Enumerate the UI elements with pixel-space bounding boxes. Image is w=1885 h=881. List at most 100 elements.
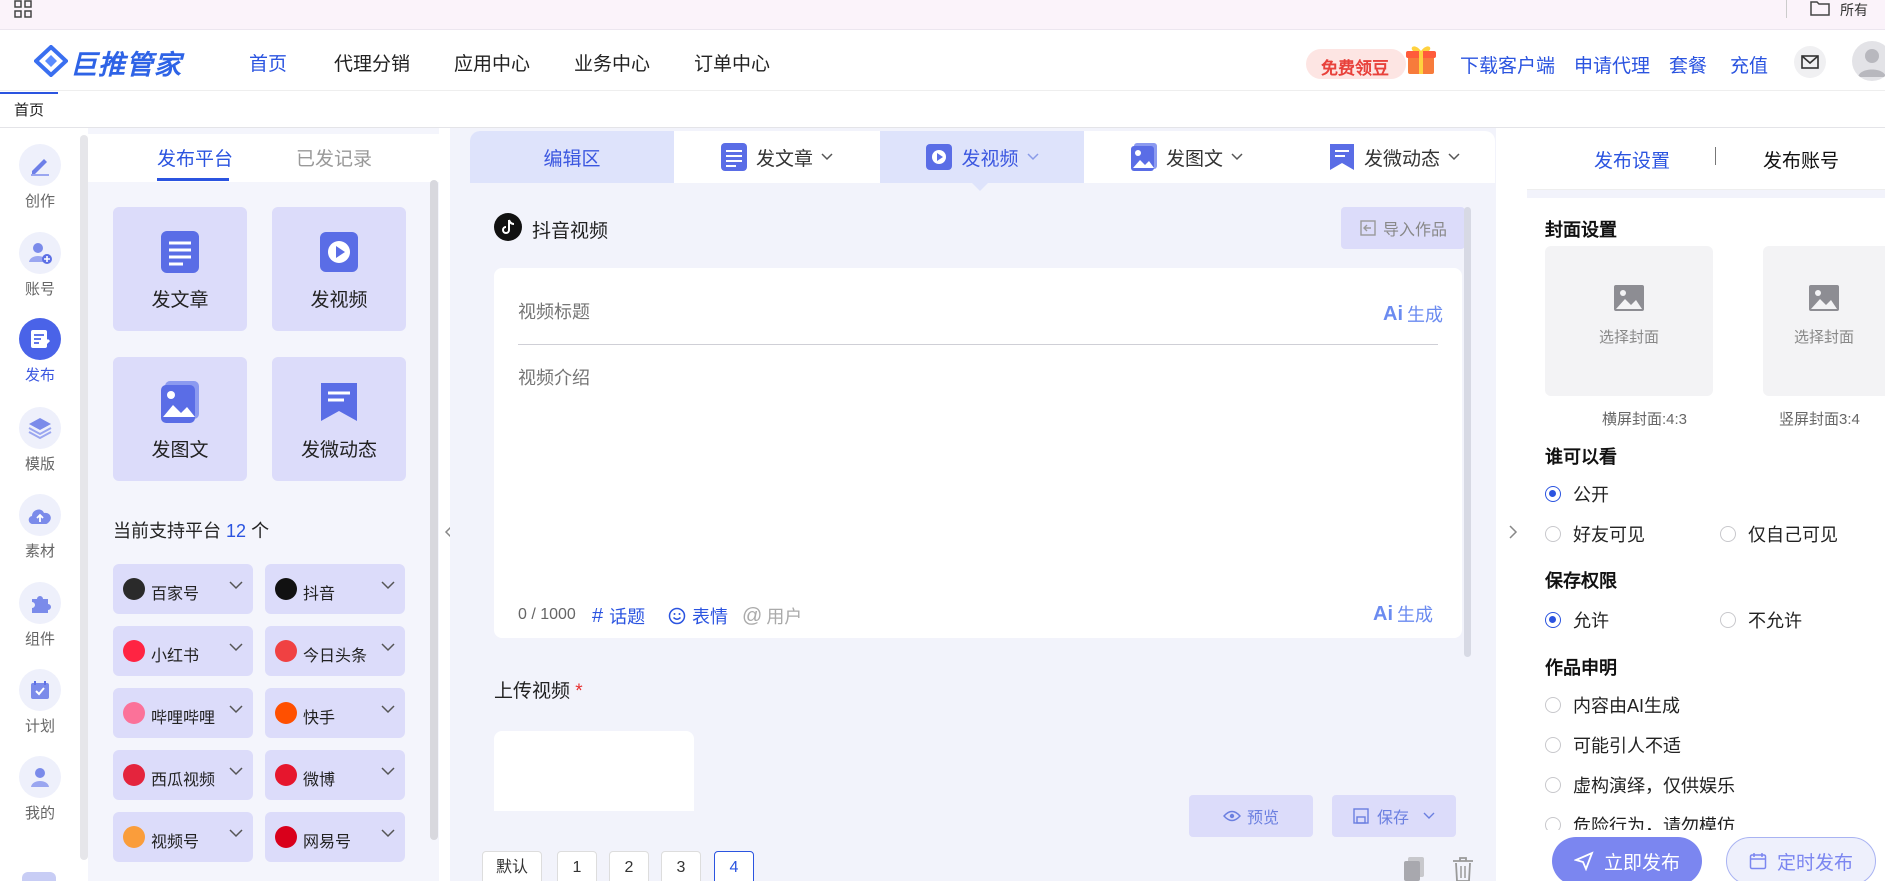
platform-item[interactable]: 今日头条 [265,626,405,676]
tab-video[interactable]: 发视频 [880,131,1084,183]
sidebar-item-create[interactable]: 创作 [0,144,80,211]
radio-discomfort[interactable]: 可能引人不适 [1545,732,1681,758]
logo-text[interactable]: 巨推管家 [70,43,182,82]
all-label[interactable]: 所有 [1840,0,1868,20]
platform-item[interactable]: 西瓜视频 [113,750,253,800]
platform-logo-icon [123,764,145,786]
upload-video-area[interactable] [494,731,694,811]
chevron-down-icon[interactable] [381,767,395,776]
panel-scrollbar[interactable] [430,180,438,840]
at-icon: @ [742,604,763,627]
card-publish-micro[interactable]: 发微动态 [272,357,406,481]
download-client-link[interactable]: 下载客户端 [1460,51,1555,78]
recharge-link[interactable]: 充值 [1730,51,1768,78]
tab-publish-platform[interactable]: 发布平台 [157,144,233,171]
page-default[interactable]: 默认 [482,851,542,881]
radio-friends[interactable]: 好友可见 [1545,521,1645,547]
collapse-right-icon[interactable] [1508,524,1518,540]
chevron-down-icon[interactable] [381,581,395,590]
tab-article[interactable]: 发文章 [720,131,833,183]
chevron-down-icon[interactable] [229,581,243,590]
chevron-down-icon[interactable] [229,829,243,838]
apply-agent-link[interactable]: 申请代理 [1574,51,1650,78]
editor-scrollbar[interactable] [1464,207,1471,657]
radio-fiction[interactable]: 虚构演绎，仅供娱乐 [1545,772,1735,798]
save-button[interactable]: 保存 [1332,795,1456,837]
card-publish-video[interactable]: 发视频 [272,207,406,331]
douyin-icon [494,213,522,241]
page-2[interactable]: 2 [609,851,649,881]
platform-item[interactable]: 微博 [265,750,405,800]
package-link[interactable]: 套餐 [1669,51,1707,78]
platform-item[interactable]: 网易号 [265,812,405,862]
ai-generate-desc-button[interactable]: Ai 生成 [1373,601,1433,627]
copy-icon[interactable] [1402,856,1426,881]
chevron-down-icon[interactable] [381,829,395,838]
sidebar-item-template[interactable]: 模版 [0,407,80,474]
tab-edit-area[interactable]: 编辑区 [470,131,674,183]
radio-allow[interactable]: 允许 [1545,607,1609,633]
radio-danger[interactable]: 危险行为，请勿模仿 [1545,812,1735,830]
nav-agent[interactable]: 代理分销 [334,49,410,76]
nav-orders[interactable]: 订单中心 [694,49,770,76]
header: 巨推管家 首页 代理分销 应用中心 业务中心 订单中心 免费领豆 下载客户端 申… [0,31,1885,91]
sidebar-scrollbar[interactable] [80,135,88,860]
sidebar-item-plan[interactable]: 计划 [0,669,80,736]
page-3[interactable]: 3 [661,851,701,881]
preview-button[interactable]: 预览 [1189,795,1313,837]
platform-item[interactable]: 抖音 [265,564,405,614]
tab-micro-post[interactable]: 发微动态 [1328,131,1460,183]
mail-button[interactable] [1794,46,1826,78]
chevron-down-icon[interactable] [229,767,243,776]
nav-home[interactable]: 首页 [249,49,287,76]
app-grid-icon[interactable] [14,0,34,18]
tab-image-text[interactable]: 发图文 [1130,131,1243,183]
radio-private[interactable]: 仅自己可见 [1720,521,1838,547]
nav-business[interactable]: 业务中心 [574,49,650,76]
platform-item[interactable]: 百家号 [113,564,253,614]
platform-item[interactable]: 哔哩哔哩 [113,688,253,738]
page-1[interactable]: 1 [557,851,597,881]
radio-ai-generated[interactable]: 内容由AI生成 [1545,692,1680,718]
import-button[interactable]: 导入作品 [1341,207,1465,249]
platform-item[interactable]: 快手 [265,688,405,738]
chevron-down-icon[interactable] [229,643,243,652]
sidebar-item-material[interactable]: 素材 [0,494,80,561]
chevron-down-icon[interactable] [229,705,243,714]
tab-publish-account[interactable]: 发布账号 [1763,146,1839,173]
topic-button[interactable]: # 话题 [592,603,645,629]
sidebar-item-component[interactable]: 组件 [0,582,80,649]
video-desc-input[interactable] [518,364,1438,554]
radio-public[interactable]: 公开 [1545,481,1609,507]
card-publish-image[interactable]: 发图文 [113,357,247,481]
radio-disallow[interactable]: 不允许 [1720,607,1802,633]
card-publish-article[interactable]: 发文章 [113,207,247,331]
page-4[interactable]: 4 [714,851,754,881]
gift-icon[interactable] [1403,41,1439,77]
publish-timed-button[interactable]: 定时发布 [1726,837,1876,881]
cover-vertical[interactable]: 选择封面 [1763,246,1885,396]
article-icon [161,231,199,273]
platform-item[interactable]: 小红书 [113,626,253,676]
chevron-down-icon[interactable] [1423,812,1435,820]
folder-icon[interactable] [1810,0,1830,16]
trash-icon[interactable] [1451,856,1475,881]
platform-item[interactable]: 视频号 [113,812,253,862]
tab-publish-settings[interactable]: 发布设置 [1594,146,1670,173]
sidebar-item-publish[interactable]: 发布 [0,318,80,385]
nav-apps[interactable]: 应用中心 [454,49,530,76]
chevron-down-icon[interactable] [381,643,395,652]
avatar[interactable] [1852,41,1885,81]
emoji-button[interactable]: 表情 [668,603,728,629]
sidebar-item-mine[interactable]: 我的 [0,756,80,823]
chevron-down-icon[interactable] [381,705,395,714]
mention-user-button[interactable]: @ 用户 [742,603,802,629]
free-beans-button[interactable]: 免费领豆 [1306,49,1406,79]
ai-generate-title-button[interactable]: Ai 生成 [1383,301,1443,327]
tab-home[interactable]: 首页 [0,92,58,128]
publish-now-button[interactable]: 立即发布 [1552,837,1702,881]
sidebar-item-account[interactable]: 账号 [0,232,80,299]
video-title-input[interactable] [518,298,1338,326]
cover-horizontal[interactable]: 选择封面 [1545,246,1713,396]
tab-publish-history[interactable]: 已发记录 [296,144,372,171]
